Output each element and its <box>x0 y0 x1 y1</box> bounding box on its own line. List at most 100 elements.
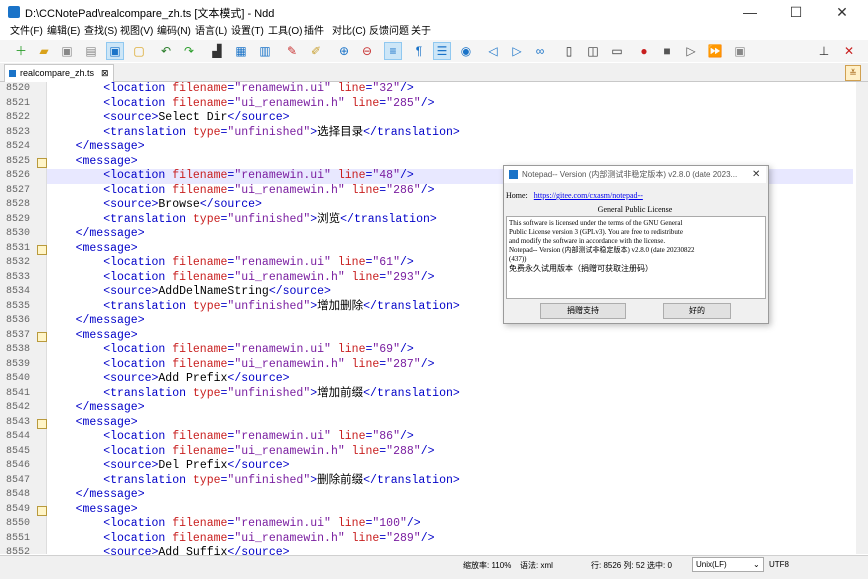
save-all-icon[interactable]: ▤ <box>82 42 100 60</box>
redo-icon[interactable]: ↷ <box>180 42 198 60</box>
code-token-val: "ui_renamewin.h" <box>234 270 345 284</box>
code-line[interactable]: <message> <box>76 329 138 344</box>
code-line[interactable]: <translation type="unfinished">浏览</trans… <box>103 213 437 228</box>
code-line[interactable]: <translation type="unfinished">增加删除</tra… <box>103 300 460 315</box>
code-line[interactable]: <location filename="ui_renamewin.h" line… <box>103 271 434 286</box>
code-line[interactable]: <location filename="ui_renamewin.h" line… <box>103 184 434 199</box>
ok-button[interactable]: 好的 <box>663 303 731 319</box>
eraser-icon[interactable]: ✐ <box>307 42 325 60</box>
save-icon[interactable]: ▣ <box>58 42 76 60</box>
menu-plugins[interactable]: 插件 <box>304 24 324 40</box>
line-number: 8526 <box>6 170 31 181</box>
donate-button[interactable]: 捐赠支持 <box>540 303 626 319</box>
monitor-icon[interactable]: ▭ <box>608 42 626 60</box>
code-token-tag: </source> <box>227 372 290 385</box>
code-line[interactable]: <source>Browse</source> <box>103 198 262 213</box>
vertical-scrollbar[interactable] <box>856 82 868 554</box>
code-line[interactable]: <location filename="ui_renamewin.h" line… <box>103 97 434 112</box>
show-all-icon[interactable]: ◉ <box>457 42 475 60</box>
open-file-icon[interactable]: ▰ <box>35 42 53 60</box>
menu-file[interactable]: 文件(F) <box>10 24 43 40</box>
prev-icon[interactable]: ◁ <box>484 42 502 60</box>
code-line[interactable]: </message> <box>76 140 145 155</box>
home-link[interactable]: https://gitee.com/cxasm/notepad-- <box>534 191 643 200</box>
code-line[interactable]: <message> <box>76 416 138 431</box>
code-line[interactable]: </message> <box>76 314 145 329</box>
dialog-close-button[interactable]: ✕ <box>752 166 760 183</box>
code-line[interactable]: <message> <box>76 242 138 257</box>
zoom-in-icon[interactable]: ⊕ <box>335 42 353 60</box>
code-line[interactable]: <location filename="ui_renamewin.h" line… <box>103 445 434 460</box>
new-file-icon[interactable]: ＋ <box>12 42 30 60</box>
code-token-attr: type <box>192 386 221 400</box>
compare-icon[interactable]: ▣ <box>106 42 124 60</box>
show-symbols-icon[interactable]: ¶ <box>410 42 428 60</box>
menu-encoding[interactable]: 编码(N) <box>157 24 191 40</box>
code-line[interactable]: <location filename="renamewin.ui" line="… <box>103 82 414 97</box>
maximize-button[interactable]: ☐ <box>773 0 819 24</box>
code-token-tag: <location <box>103 270 173 284</box>
code-token-val: "86" <box>372 430 400 443</box>
marker-icon[interactable]: ✎ <box>283 42 301 60</box>
code-line[interactable]: <location filename="renamewin.ui" line="… <box>103 430 414 445</box>
code-line[interactable]: <translation type="unfinished">增加前缀</tra… <box>103 387 460 402</box>
menu-settings[interactable]: 设置(T) <box>231 24 264 40</box>
code-line[interactable]: <location filename="renamewin.ui" line="… <box>103 256 414 271</box>
menu-search[interactable]: 查找(S) <box>84 24 117 40</box>
indent-guide-icon[interactable]: ☰ <box>433 42 451 60</box>
code-token-tag: <location <box>103 343 173 356</box>
copy-icon[interactable]: ▥ <box>256 42 274 60</box>
code-line[interactable]: <source>AddDelNameString</source> <box>103 285 331 300</box>
minimize-button[interactable]: — <box>727 0 773 24</box>
compare-view-icon[interactable]: ◫ <box>584 42 602 60</box>
menu-feedback[interactable]: 反馈问题 <box>369 24 409 40</box>
menu-about[interactable]: 关于 <box>411 24 431 40</box>
save-macro-icon[interactable]: ▣ <box>731 42 749 60</box>
code-line[interactable]: <translation type="unfinished">删除前缀</tra… <box>103 474 460 489</box>
code-line[interactable]: <location filename="renamewin.ui" line="… <box>103 343 414 358</box>
code-line[interactable]: </message> <box>76 488 145 503</box>
tab-close-icon[interactable]: ⊠ <box>101 65 109 81</box>
code-line[interactable]: <source>Del Prefix</source> <box>103 459 289 474</box>
eol-select[interactable]: Unix(LF) ⌄ <box>692 557 764 572</box>
stop-icon[interactable]: ■ <box>658 42 676 60</box>
play-icon[interactable]: ▷ <box>682 42 700 60</box>
tab-list-icon[interactable]: ≚ <box>845 65 861 81</box>
split-icon[interactable]: ▯ <box>560 42 578 60</box>
code-line[interactable]: <message> <box>76 503 138 518</box>
close-app-icon[interactable]: ✕ <box>840 42 858 60</box>
menu-compare[interactable]: 对比(C) <box>332 24 366 40</box>
menu-edit[interactable]: 编辑(E) <box>47 24 80 40</box>
code-line[interactable]: <location filename="ui_renamewin.h" line… <box>103 358 434 373</box>
fold-marker-icon[interactable] <box>37 331 47 342</box>
code-line[interactable]: <location filename="renamewin.ui" line="… <box>103 517 421 532</box>
code-line[interactable]: <location filename="renamewin.ui" line="… <box>103 169 414 184</box>
menu-tools[interactable]: 工具(O) <box>268 24 302 40</box>
code-line[interactable]: <source>Add Prefix</source> <box>103 372 289 387</box>
pin-icon[interactable]: ⊥ <box>815 42 833 60</box>
play-many-icon[interactable]: ⏩ <box>706 42 724 60</box>
zoom-out-icon[interactable]: ⊖ <box>358 42 376 60</box>
code-line[interactable]: <message> <box>76 155 138 170</box>
fold-marker-icon[interactable] <box>37 157 47 168</box>
next-icon[interactable]: ▷ <box>508 42 526 60</box>
tab-realcompare[interactable]: realcompare_zh.ts ⊠ <box>4 64 114 82</box>
cut-icon[interactable]: ▦ <box>232 42 250 60</box>
code-line[interactable]: <location filename="ui_renamewin.h" line… <box>103 532 434 547</box>
goto-icon[interactable]: ∞ <box>531 42 549 60</box>
close-file-icon[interactable]: ▢ <box>130 42 148 60</box>
code-line[interactable]: </message> <box>76 227 145 242</box>
fold-marker-icon[interactable] <box>37 244 47 255</box>
find-icon[interactable]: ▟ <box>208 42 226 60</box>
fold-marker-icon[interactable] <box>37 418 47 429</box>
code-line[interactable]: <source>Select Dir</source> <box>103 111 289 126</box>
code-line[interactable]: </message> <box>76 401 145 416</box>
record-icon[interactable]: ● <box>635 42 653 60</box>
undo-icon[interactable]: ↶ <box>157 42 175 60</box>
close-button[interactable]: ✕ <box>819 0 865 24</box>
menu-view[interactable]: 视图(V) <box>120 24 153 40</box>
word-wrap-icon[interactable]: ≡ <box>384 42 402 60</box>
menu-language[interactable]: 语言(L) <box>195 24 227 40</box>
fold-marker-icon[interactable] <box>37 505 47 516</box>
code-line[interactable]: <translation type="unfinished">选择目录</tra… <box>103 126 460 141</box>
